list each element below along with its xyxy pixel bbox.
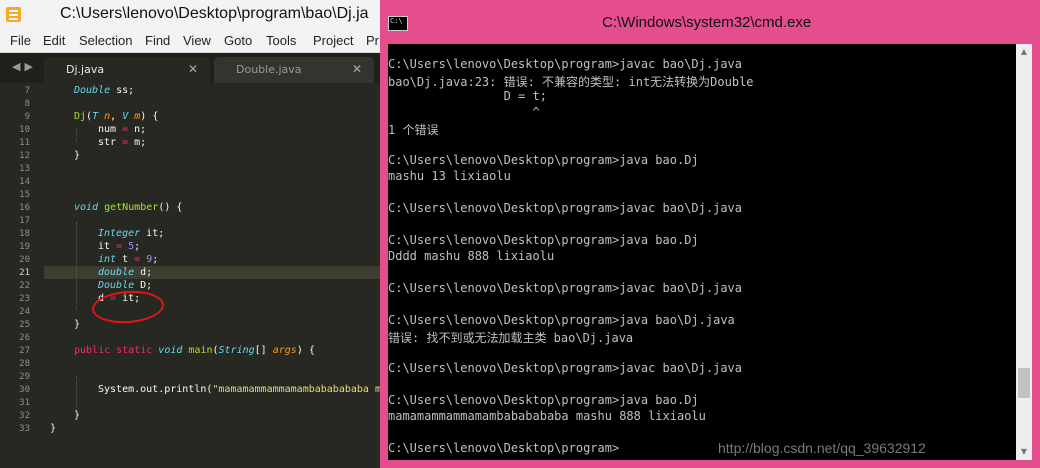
menu-goto[interactable]: Goto <box>224 33 252 48</box>
sublime-window-title: C:\Users\lenovo\Desktop\program\bao\Dj.j… <box>60 5 369 22</box>
code-line-27: public static void main(String[] args) { <box>74 345 315 356</box>
code-line-22: Double D; <box>98 280 153 291</box>
console-line: D = t; <box>388 89 547 103</box>
scroll-down-icon[interactable]: ▼ <box>1016 444 1032 460</box>
code-line-12: } <box>74 150 81 161</box>
tab-double-java[interactable]: Double.java ✕ <box>214 57 374 83</box>
scroll-up-icon[interactable]: ▲ <box>1016 44 1032 60</box>
code-editor[interactable]: Double ss; Dj(T n, V m) { num = n; str =… <box>0 83 393 468</box>
indent-guide <box>76 222 78 310</box>
menu-edit[interactable]: Edit <box>43 33 65 48</box>
code-line-25: } <box>74 319 81 330</box>
console-line: Dddd mashu 888 lixiaolu <box>388 249 555 263</box>
code-line-32: } <box>74 410 81 421</box>
close-icon[interactable]: ✕ <box>188 62 198 76</box>
scrollbar-thumb[interactable] <box>1018 368 1030 398</box>
code-line-33: } <box>50 423 57 434</box>
menu-find[interactable]: Find <box>145 33 170 48</box>
tab-scroll-arrows-icon[interactable]: ◀▶ <box>12 60 37 73</box>
console-output[interactable]: C:\Users\lenovo\Desktop\program>javac ba… <box>388 44 1032 460</box>
indent-guide <box>76 129 78 142</box>
tab-dj-java[interactable]: Dj.java ✕ <box>44 57 210 83</box>
code-line-19: it = 5; <box>98 241 141 252</box>
tab-label: Dj.java <box>66 63 105 76</box>
console-line: mashu 13 lixiaolu <box>388 169 511 183</box>
menu-project[interactable]: Project <box>313 33 353 48</box>
code-line-20: int t = 9; <box>98 254 159 265</box>
console-prompt[interactable]: C:\Users\lenovo\Desktop\program> <box>388 441 619 455</box>
console-line: C:\Users\lenovo\Desktop\program>java bao… <box>388 233 699 247</box>
cmd-window: C:\Windows\system32\cmd.exe C:\Users\len… <box>380 0 1040 468</box>
code-line-16: void getNumber() { <box>74 202 183 213</box>
console-line: 1 个错误 <box>388 123 439 137</box>
cmd-app-icon <box>388 16 408 31</box>
console-line: C:\Users\lenovo\Desktop\program>javac ba… <box>388 361 743 375</box>
console-line: mamamammammamambababababa mashu 888 lixi… <box>388 409 706 423</box>
code-line-7: Double ss; <box>74 85 135 96</box>
code-line-10: num = n; <box>98 124 147 135</box>
console-line: bao\Dj.java:23: 错误: 不兼容的类型: int无法转换为Doub… <box>388 75 754 89</box>
code-line-18: Integer it; <box>98 228 165 239</box>
console-line: 错误: 找不到或无法加载主类 bao\Dj.java <box>388 331 634 345</box>
code-line-9: Dj(T n, V m) { <box>74 111 159 122</box>
code-line-11: str = m; <box>98 137 147 148</box>
code-line-30: System.out.println("mamamammammamambabab… <box>98 384 394 395</box>
console-line: C:\Users\lenovo\Desktop\program>javac ba… <box>388 57 743 71</box>
console-line: ^ <box>388 105 540 119</box>
watermark-text: http://blog.csdn.net/qq_39632912 <box>718 440 926 456</box>
menu-tools[interactable]: Tools <box>266 33 296 48</box>
menu-preferences[interactable]: Pr <box>366 33 379 48</box>
cmd-window-title: C:\Windows\system32\cmd.exe <box>602 14 812 31</box>
console-line: C:\Users\lenovo\Desktop\program>java bao… <box>388 313 735 327</box>
console-line: C:\Users\lenovo\Desktop\program>javac ba… <box>388 201 743 215</box>
menu-file[interactable]: File <box>10 33 31 48</box>
menu-selection[interactable]: Selection <box>79 33 132 48</box>
console-line: C:\Users\lenovo\Desktop\program>java bao… <box>388 153 699 167</box>
menu-view[interactable]: View <box>183 33 211 48</box>
console-line: C:\Users\lenovo\Desktop\program>javac ba… <box>388 281 743 295</box>
tab-label: Double.java <box>236 63 302 76</box>
sublime-logo-icon <box>6 7 21 22</box>
close-icon[interactable]: ✕ <box>352 62 362 76</box>
code-line-21: double d; <box>98 267 153 278</box>
vertical-scrollbar[interactable]: ▲ ▼ <box>1016 44 1032 460</box>
console-line: C:\Users\lenovo\Desktop\program>java bao… <box>388 393 699 407</box>
cmd-title-bar[interactable]: C:\Windows\system32\cmd.exe <box>380 0 1040 44</box>
